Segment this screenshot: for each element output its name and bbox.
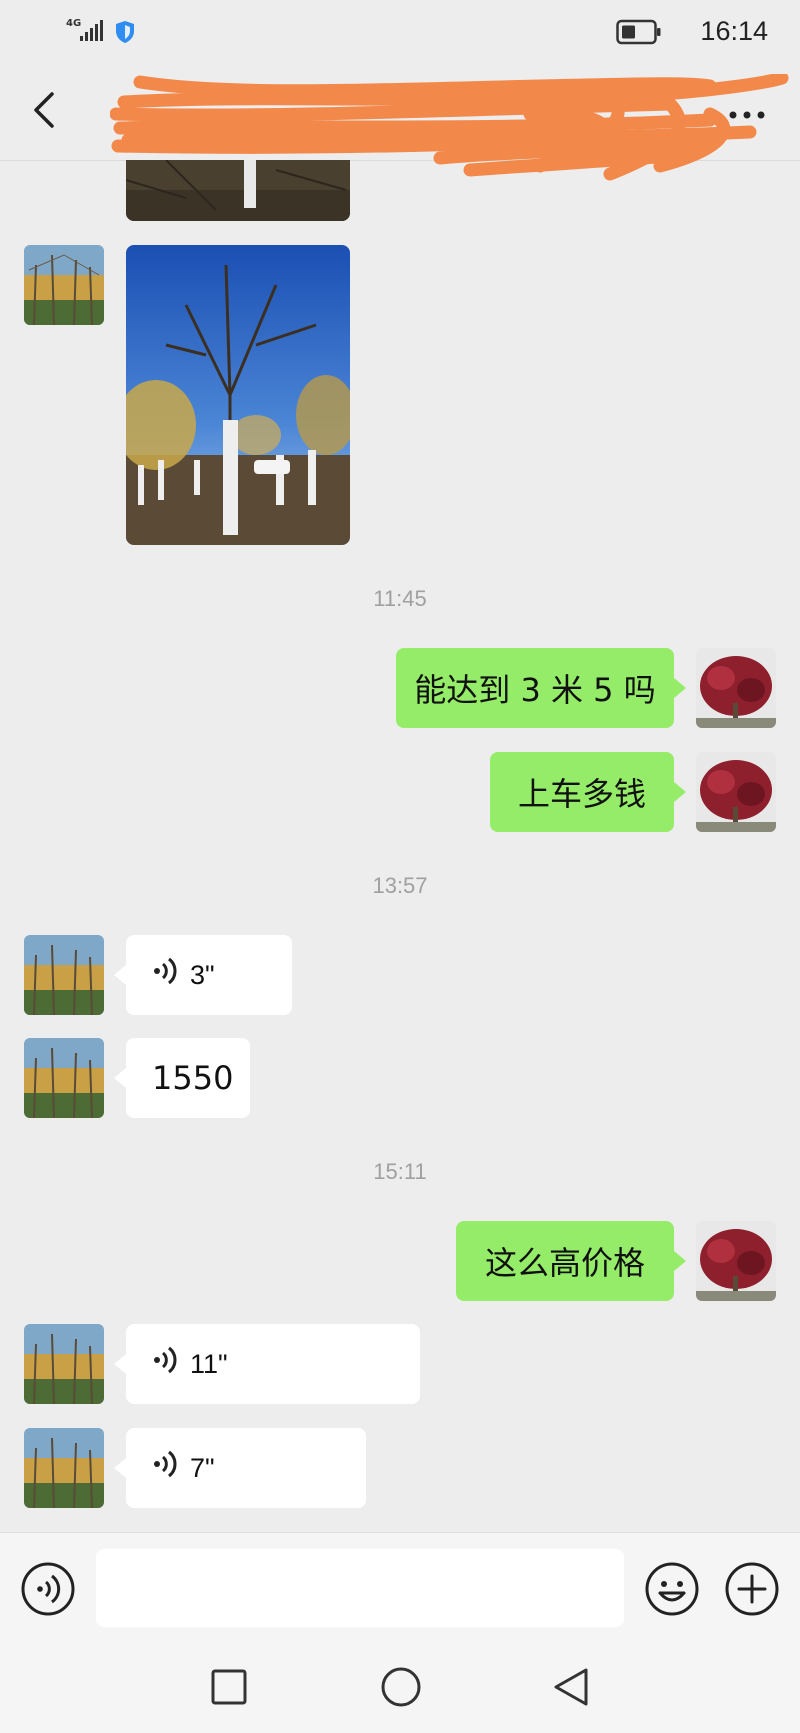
avatar[interactable] [24, 1428, 104, 1508]
message-bubble-self[interactable]: 能达到 3 米 5 吗 [396, 648, 674, 728]
voice-duration: 3" [190, 959, 215, 990]
voice-duration: 11" [190, 1348, 228, 1379]
image-message[interactable] [126, 160, 350, 221]
plus-icon[interactable] [724, 1561, 780, 1621]
bubble-tail [114, 1354, 126, 1374]
bubble-tail [114, 1068, 126, 1088]
status-bar: 4G 16:14 [0, 0, 800, 62]
message-text: 上车多钱 [517, 775, 646, 813]
image-message[interactable] [126, 245, 350, 545]
bubble-tail [114, 965, 126, 985]
message-text: 1550 [152, 1059, 234, 1097]
battery-icon [616, 19, 662, 49]
system-nav-bar [0, 1642, 800, 1733]
timestamp: 11:45 [373, 586, 427, 611]
voice-icon [152, 1345, 178, 1383]
clock: 16:14 [700, 16, 768, 46]
message-text: 这么高价格 [484, 1244, 645, 1282]
avatar[interactable] [24, 935, 104, 1015]
bubble-tail [674, 782, 686, 802]
circle-icon[interactable] [380, 1666, 422, 1712]
more-dots-icon[interactable] [728, 106, 766, 125]
avatar-self[interactable] [696, 648, 776, 728]
timestamp: 15:11 [373, 1159, 427, 1184]
voice-icon [152, 1449, 178, 1487]
bubble-tail [674, 678, 686, 698]
chat-header [0, 62, 800, 181]
voice-duration: 7" [190, 1452, 215, 1483]
input-bar [0, 1532, 800, 1643]
avatar-self[interactable] [696, 1221, 776, 1301]
bubble-tail [114, 1458, 126, 1478]
message-text: 能达到 3 米 5 吗 [414, 671, 656, 709]
shield-icon [114, 20, 136, 48]
message-bubble-self[interactable]: 上车多钱 [490, 752, 674, 832]
avatar[interactable] [24, 1038, 104, 1118]
chat-area[interactable]: 11:45 能达到 3 米 5 吗 上车多钱 13:57 3" 1550 15:… [0, 160, 800, 1532]
voice-icon[interactable] [20, 1561, 76, 1621]
avatar[interactable] [24, 1324, 104, 1404]
voice-icon [152, 956, 178, 994]
square-icon[interactable] [210, 1668, 248, 1710]
voice-message[interactable]: 7" [126, 1428, 366, 1508]
triangle-back-icon[interactable] [552, 1666, 590, 1712]
voice-message[interactable]: 3" [126, 935, 292, 1015]
avatar[interactable] [24, 245, 104, 325]
message-bubble-self[interactable]: 这么高价格 [456, 1221, 674, 1301]
bubble-tail [674, 1251, 686, 1271]
emoji-icon[interactable] [644, 1561, 700, 1621]
message-input[interactable] [96, 1549, 624, 1627]
avatar-self[interactable] [696, 752, 776, 832]
timestamp: 13:57 [372, 873, 428, 898]
voice-message[interactable]: 11" [126, 1324, 420, 1404]
message-bubble-other[interactable]: 1550 [126, 1038, 250, 1118]
chevron-left-icon[interactable] [26, 90, 66, 130]
